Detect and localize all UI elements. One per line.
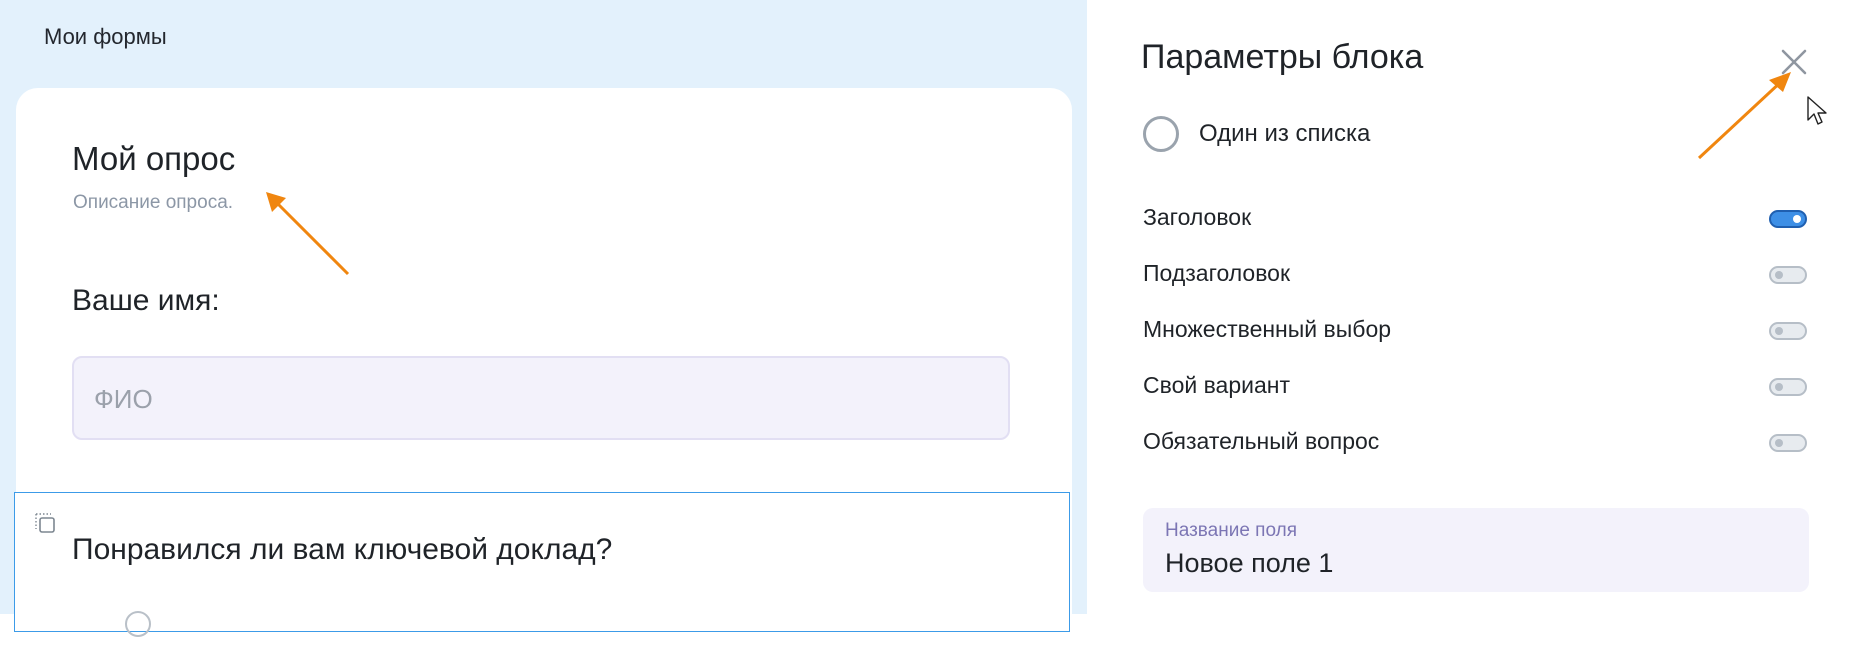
toggle-label: Заголовок — [1143, 204, 1252, 230]
mouse-cursor-icon — [1807, 96, 1827, 125]
toggle-row-subtitle[interactable]: Подзаголовок — [1143, 256, 1807, 292]
name-text-input[interactable]: ФИО — [72, 356, 1010, 440]
toggle-label: Свой вариант — [1143, 372, 1291, 398]
drag-handle-icon[interactable] — [33, 511, 57, 535]
custom-option-toggle-switch[interactable] — [1769, 378, 1807, 396]
block-settings-panel: Параметры блока Один из списка Заголовок… — [1087, 0, 1867, 614]
annotation-arrow — [266, 192, 350, 276]
block-type-radio[interactable] — [1143, 116, 1179, 152]
form-title[interactable]: Мой опрос — [72, 140, 235, 178]
form-description[interactable]: Описание опроса. — [73, 192, 233, 214]
toggle-row-custom-option[interactable]: Свой вариант — [1143, 368, 1807, 404]
toggle-label: Множественный выбор — [1143, 316, 1392, 342]
block-type-label: Один из списка — [1199, 120, 1371, 147]
annotation-arrow — [1697, 72, 1791, 160]
field-name-value[interactable]: Новое поле 1 — [1165, 548, 1333, 579]
field-name-label: Название поля — [1165, 520, 1297, 541]
toggle-row-required[interactable]: Обязательный вопрос — [1143, 424, 1807, 460]
panel-title: Параметры блока — [1141, 38, 1424, 76]
toggle-knob — [1775, 271, 1783, 279]
required-toggle-switch[interactable] — [1769, 434, 1807, 452]
toggle-row-multiple-choice[interactable]: Множественный выбор — [1143, 312, 1807, 348]
toggle-knob — [1775, 383, 1783, 391]
block-type-option[interactable]: Один из списка — [1143, 114, 1370, 154]
toggle-label: Обязательный вопрос — [1143, 428, 1380, 454]
toggle-knob — [1775, 327, 1783, 335]
subtitle-toggle-switch[interactable] — [1769, 266, 1807, 284]
toggle-knob — [1793, 215, 1801, 223]
name-input-placeholder: ФИО — [94, 384, 153, 414]
multiple-choice-toggle-switch[interactable] — [1769, 322, 1807, 340]
form-editor: Мои формы Мой опрос Описание опроса. Ваш… — [0, 0, 1087, 648]
question-name-label[interactable]: Ваше имя: — [72, 284, 220, 318]
toggle-knob — [1775, 439, 1783, 447]
toggle-row-title[interactable]: Заголовок — [1143, 200, 1807, 236]
title-toggle-switch[interactable] — [1769, 210, 1807, 228]
answer-radio[interactable] — [125, 611, 151, 637]
toggle-label: Подзаголовок — [1143, 260, 1291, 286]
question-keynote-label[interactable]: Понравился ли вам ключевой доклад? — [72, 533, 612, 567]
breadcrumb[interactable]: Мои формы — [44, 24, 167, 50]
field-name-input[interactable]: Название поля Новое поле 1 — [1143, 508, 1809, 592]
selected-question-block[interactable]: Понравился ли вам ключевой доклад? — [14, 492, 1070, 637]
